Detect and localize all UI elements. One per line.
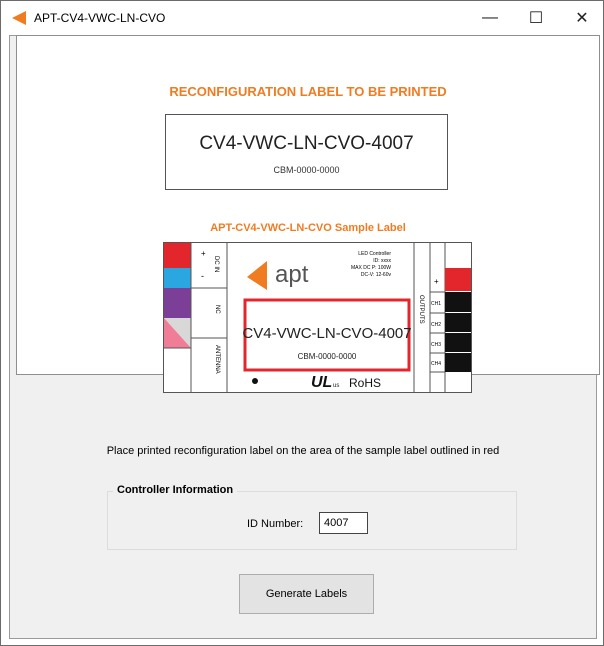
ch3-swatch bbox=[445, 333, 471, 352]
application-window: APT-CV4-VWC-LN-CVO — ☐ ✕ RECONFIGURATION… bbox=[0, 0, 604, 646]
info-line-1: LED Controller bbox=[358, 251, 391, 257]
dc-in-label: DC IN bbox=[213, 256, 219, 272]
id-number-input[interactable] bbox=[319, 512, 368, 534]
out-plus: + bbox=[434, 277, 439, 286]
ch1-label: CH1 bbox=[431, 301, 441, 307]
label-preview-panel: RECONFIGURATION LABEL TO BE PRINTED CV4-… bbox=[16, 35, 600, 393]
sample-cbm-text: CBM-0000-0000 bbox=[298, 352, 357, 361]
ch1-swatch bbox=[445, 292, 471, 312]
ch2-label: CH2 bbox=[431, 322, 441, 328]
antenna-label: ANTENNA bbox=[214, 345, 220, 374]
window-title: APT-CV4-VWC-LN-CVO bbox=[34, 11, 166, 25]
reconfig-heading: RECONFIGURATION LABEL TO BE PRINTED bbox=[169, 84, 447, 99]
red-wire-swatch bbox=[164, 243, 191, 268]
rohs-text: RoHS bbox=[349, 376, 381, 390]
minimize-button[interactable]: — bbox=[467, 1, 513, 35]
reconfig-cbm-text: CBM-0000-0000 bbox=[273, 165, 340, 175]
apt-logo-icon bbox=[12, 11, 26, 25]
maximize-button[interactable]: ☐ bbox=[513, 1, 559, 35]
ch2-swatch bbox=[445, 313, 471, 332]
ul-mark-icon: UL bbox=[311, 374, 332, 391]
purple-wire-swatch bbox=[164, 288, 191, 318]
info-line-4: DC-V: 12-60v bbox=[361, 272, 392, 278]
outputs-label: OUTPUTS bbox=[418, 295, 424, 324]
id-number-label: ID Number: bbox=[247, 518, 304, 530]
nc-label: NC bbox=[214, 305, 220, 314]
info-line-2: ID: xxxx bbox=[373, 258, 391, 264]
dc-minus: - bbox=[201, 271, 204, 281]
sample-label-image: + - DC IN NC ANTENNA apt LED Controller … bbox=[163, 242, 472, 393]
sample-label-heading: APT-CV4-VWC-LN-CVO Sample Label bbox=[210, 222, 406, 234]
ul-us-text: us bbox=[333, 383, 339, 389]
info-line-3: MAX DC P: 100W bbox=[351, 265, 391, 271]
red-output-swatch bbox=[445, 268, 471, 291]
ch4-swatch bbox=[445, 353, 471, 372]
blue-wire-swatch bbox=[164, 268, 191, 288]
reconfig-model-text: CV4-VWC-LN-CVO-4007 bbox=[199, 133, 414, 154]
sample-model-text: CV4-VWC-LN-CVO-4007 bbox=[242, 325, 411, 342]
dc-plus: + bbox=[201, 249, 206, 258]
controller-info-group bbox=[107, 491, 517, 550]
controller-info-legend: Controller Information bbox=[113, 484, 238, 496]
bullet-icon bbox=[252, 378, 258, 384]
instruction-text: Place printed reconfiguration label on t… bbox=[106, 445, 500, 457]
brand-text: apt bbox=[275, 261, 309, 288]
reconfig-label-box: CV4-VWC-LN-CVO-4007 CBM-0000-0000 bbox=[165, 114, 448, 190]
close-button[interactable]: ✕ bbox=[559, 1, 604, 35]
ch4-label: CH4 bbox=[431, 361, 441, 367]
ch3-label: CH3 bbox=[431, 342, 441, 348]
title-bar[interactable]: APT-CV4-VWC-LN-CVO — ☐ ✕ bbox=[1, 1, 603, 35]
generate-labels-button[interactable]: Generate Labels bbox=[239, 574, 374, 614]
